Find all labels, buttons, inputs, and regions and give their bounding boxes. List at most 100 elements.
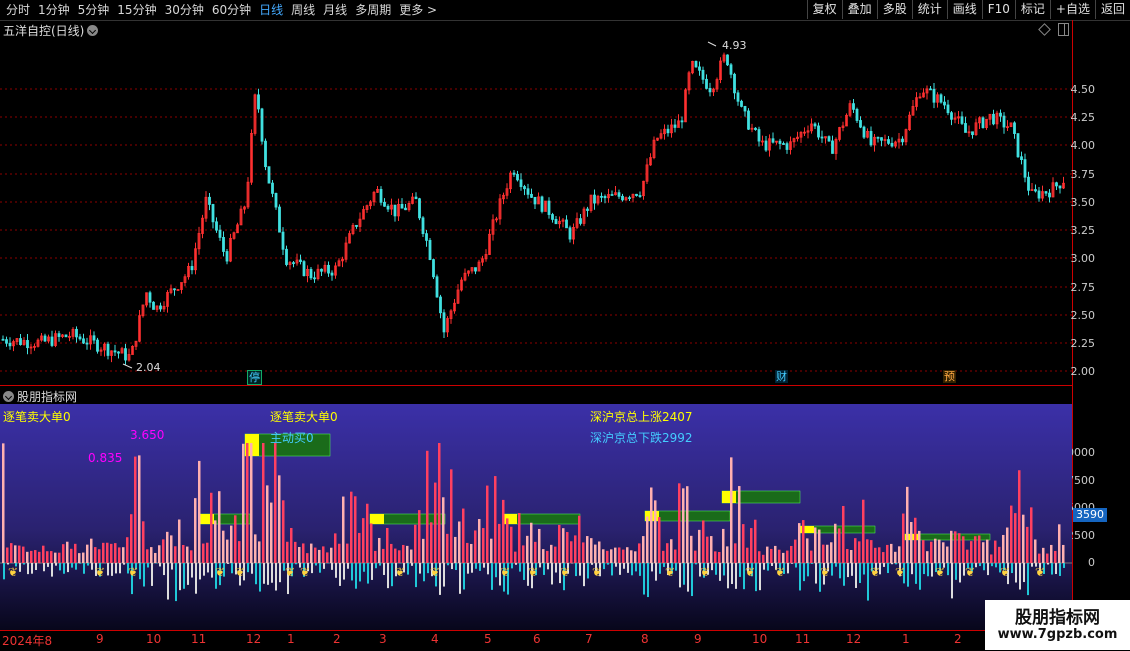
mark-button[interactable]: 标记: [1015, 0, 1050, 19]
sell-bar: [647, 563, 649, 597]
high-pointer-line: [708, 42, 716, 46]
candle-body: [818, 126, 820, 137]
date-tick: 9: [694, 632, 702, 646]
buy-bar: [906, 487, 909, 563]
candlestick-chart[interactable]: 4.93 2.04: [0, 20, 1072, 385]
f10-button[interactable]: F10: [982, 0, 1015, 19]
buy-bar: [614, 548, 617, 563]
candle-body: [877, 137, 879, 138]
sell-bar: [227, 563, 229, 564]
tab-15min[interactable]: 15分钟: [113, 2, 160, 18]
draw-line-button[interactable]: 画线: [947, 0, 982, 19]
candle-body: [982, 118, 984, 128]
candle-body: [821, 137, 823, 138]
buy-bar: [754, 520, 757, 563]
tool-buttons: 复权 叠加 多股 统计 画线 F10 标记 +自选 返回: [807, 0, 1130, 19]
sell-bar: [1055, 563, 1057, 574]
sell-bar: [43, 563, 45, 571]
high-marker: 4.93: [708, 39, 747, 52]
butterfly-icon: ❦: [1035, 565, 1045, 579]
back-button[interactable]: 返回: [1095, 0, 1130, 19]
panel-toggle-icon[interactable]: [1058, 23, 1069, 36]
date-tick: 1: [287, 632, 295, 646]
candle-body: [727, 55, 729, 65]
candle-body: [513, 173, 515, 174]
candle-body: [429, 240, 431, 259]
sell-bar: [267, 563, 269, 585]
candle-body: [279, 207, 281, 232]
tab-monthly[interactable]: 月线: [319, 2, 351, 18]
sell-bar: [695, 563, 697, 564]
sell-bar: [343, 563, 345, 580]
stock-title[interactable]: 五洋自控(日线): [3, 22, 98, 39]
sell-bar: [655, 563, 657, 581]
low-pointer-line: [123, 364, 132, 368]
buy-bar: [542, 549, 545, 563]
indicator-title[interactable]: 股朋指标网: [3, 388, 77, 405]
buy-bar: [554, 547, 557, 563]
candle-body: [384, 202, 386, 206]
candlestick-pane[interactable]: 4.93 2.04 五洋自控(日线) 停 财 预: [0, 20, 1072, 385]
tab-5min[interactable]: 5分钟: [74, 2, 114, 18]
sell-bar: [47, 563, 49, 567]
sell-bar: [731, 563, 733, 584]
candle-body: [832, 141, 834, 153]
buy-bar: [246, 443, 249, 563]
buy-bar: [38, 552, 41, 563]
add-watchlist-button[interactable]: +自选: [1050, 0, 1095, 19]
tab-30min[interactable]: 30分钟: [161, 2, 208, 18]
sell-bar: [723, 563, 725, 575]
tab-60min[interactable]: 60分钟: [208, 2, 255, 18]
candle-body: [394, 205, 396, 216]
indicator-title-text: 股朋指标网: [17, 390, 77, 404]
tab-1min[interactable]: 1分钟: [34, 2, 74, 18]
tab-multi-period[interactable]: 多周期: [351, 2, 395, 18]
sell-bar: [187, 563, 189, 585]
price-tick: 2.25: [1071, 337, 1096, 350]
overlay-button[interactable]: 叠加: [842, 0, 877, 19]
buy-bar: [482, 528, 485, 563]
suspension-marker[interactable]: 停: [247, 370, 262, 385]
sell-bar: [1019, 563, 1021, 590]
buy-bar: [886, 545, 889, 563]
candle-body: [415, 197, 417, 199]
indicator-pane[interactable]: ❦❦❦❦❦❦❦❦❦❦❦❦❦❦❦❦❦❦❦❦❦❦❦❦ 股朋指标网 逐笔卖大单0 逐笔…: [0, 385, 1072, 631]
sell-bar: [371, 563, 373, 580]
buy-bar: [258, 541, 261, 563]
indicator-chart[interactable]: ❦❦❦❦❦❦❦❦❦❦❦❦❦❦❦❦❦❦❦❦❦❦❦❦: [0, 386, 1072, 631]
buy-bar: [970, 541, 973, 563]
buy-bar: [146, 549, 149, 563]
restore-rights-button[interactable]: 复权: [807, 0, 842, 19]
candle-body: [681, 121, 683, 122]
butterfly-icon: ❦: [700, 565, 710, 579]
statistics-button[interactable]: 统计: [912, 0, 947, 19]
order-block-head: [503, 514, 517, 524]
buy-bar: [922, 540, 925, 563]
chevron-down-icon[interactable]: [3, 391, 14, 402]
buy-bar: [394, 549, 397, 563]
tab-intraday[interactable]: 分时: [2, 2, 34, 18]
buy-bar: [74, 544, 77, 563]
candle-body: [611, 194, 613, 195]
finance-marker[interactable]: 财: [775, 370, 788, 383]
candle-body: [107, 344, 109, 355]
buy-bar: [566, 532, 569, 563]
buy-bar: [946, 547, 949, 563]
buy-bar: [602, 549, 605, 563]
butterfly-icon: ❦: [935, 565, 945, 579]
candle-body: [226, 251, 228, 261]
chevron-down-icon[interactable]: [87, 25, 98, 36]
candle-body: [993, 114, 995, 124]
multi-stock-button[interactable]: 多股: [877, 0, 912, 19]
tab-more[interactable]: 更多 >: [395, 2, 441, 18]
candle-body: [300, 260, 302, 262]
buy-bar: [110, 544, 113, 563]
tab-daily[interactable]: 日线: [255, 2, 287, 18]
buy-bar: [950, 531, 953, 563]
tab-weekly[interactable]: 周线: [287, 2, 319, 18]
forecast-marker[interactable]: 预: [943, 370, 956, 383]
sell-bar: [491, 563, 493, 590]
candle-body: [387, 206, 389, 209]
date-tick: 9: [96, 632, 104, 646]
butterfly-icon: ❦: [528, 565, 538, 579]
